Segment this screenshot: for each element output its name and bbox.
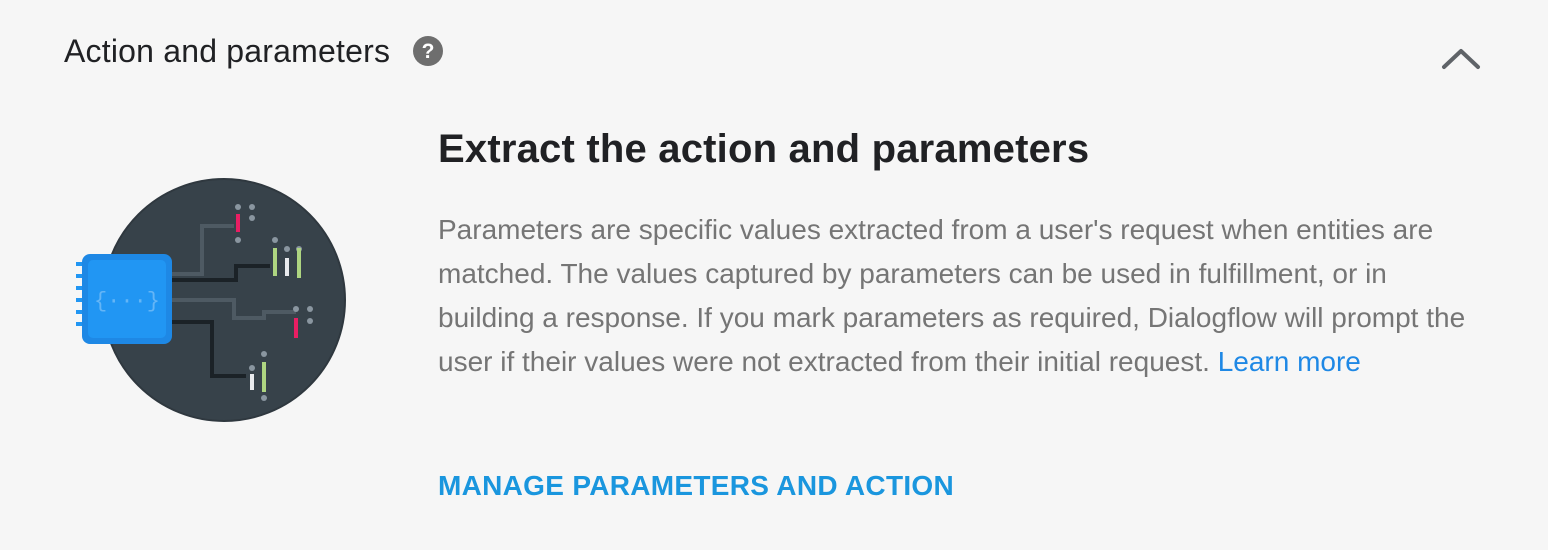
content-title: Extract the action and parameters xyxy=(438,127,1090,171)
description-text: Parameters are specific values extracted… xyxy=(438,208,1478,384)
collapse-button[interactable] xyxy=(1436,40,1486,80)
help-icon[interactable]: ? xyxy=(412,35,444,67)
chevron-up-icon xyxy=(1442,49,1480,69)
section-header: Action and parameters ? xyxy=(64,26,444,76)
svg-text:{···}: {···} xyxy=(94,289,160,314)
section-title: Action and parameters xyxy=(64,32,391,69)
parameters-illustration: {···} xyxy=(74,176,354,426)
manage-parameters-button[interactable]: MANAGE PARAMETERS AND ACTION xyxy=(438,470,954,502)
content-panel: Extract the action and parameters Parame… xyxy=(438,120,1498,384)
learn-more-link[interactable]: Learn more xyxy=(1218,346,1361,377)
svg-text:?: ? xyxy=(422,40,435,63)
